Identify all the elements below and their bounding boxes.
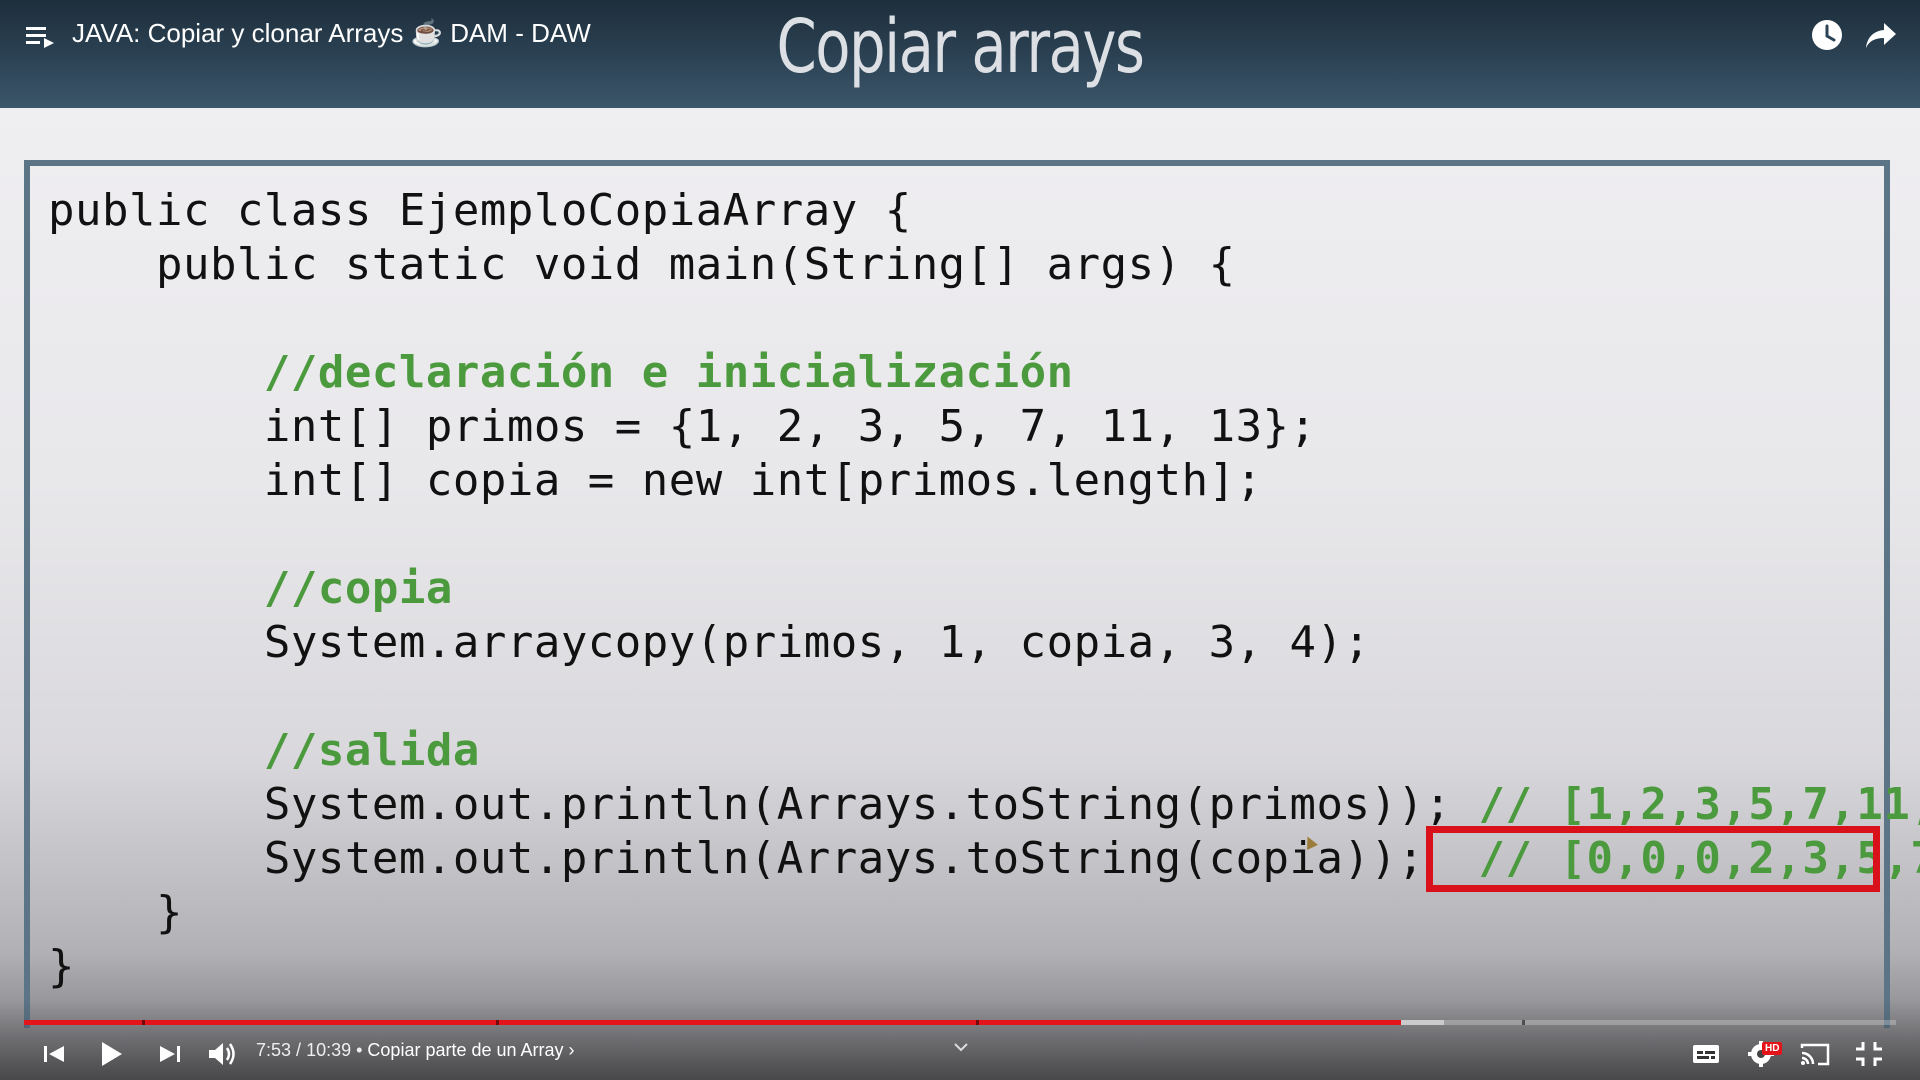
hd-badge: HD — [1762, 1042, 1783, 1055]
play-icon[interactable] — [96, 1036, 126, 1072]
chapter-title[interactable]: Copiar parte de un Array › — [367, 1040, 574, 1060]
clock-icon[interactable] — [1810, 18, 1844, 52]
code-text: } — [48, 941, 75, 992]
code-comment: //salida — [263, 725, 480, 776]
code-text: public class EjemploCopiaArray { — [48, 185, 912, 236]
time-display: 7:53 / 10:39 • Copiar parte de un Array … — [256, 1040, 575, 1061]
exit-fullscreen-icon[interactable] — [1852, 1036, 1886, 1072]
playlist-icon[interactable] — [24, 22, 58, 52]
code-text: int[] copia = new int[primos.length]; — [48, 455, 1263, 506]
chapter-marker — [976, 1020, 979, 1025]
code-text: System.out.println(Arrays.toString(primo… — [48, 779, 1479, 830]
share-arrow-icon[interactable] — [1864, 20, 1898, 50]
code-line: } — [48, 886, 1920, 940]
player-top-bar: JAVA: Copiar y clonar Arrays ☕ DAM - DAW — [0, 0, 1920, 72]
time-total: 10:39 — [306, 1040, 352, 1060]
code-line: //declaración e inicialización — [48, 346, 1920, 400]
code-line: System.arraycopy(primos, 1, copia, 3, 4)… — [48, 616, 1920, 670]
code-line: //salida — [48, 724, 1920, 778]
chapter-arrow: › — [563, 1040, 575, 1060]
progress-bar[interactable] — [24, 1020, 1896, 1025]
code-text: int[] primos = {1, 2, 3, 5, 7, 11, 13}; — [48, 401, 1317, 452]
subtitles-icon[interactable] — [1690, 1036, 1722, 1072]
code-line: } — [48, 940, 1920, 994]
code-line: public static void main(String[] args) { — [48, 238, 1920, 292]
code-text: System.arraycopy(primos, 1, copia, 3, 4)… — [48, 617, 1371, 668]
chapter-marker — [142, 1020, 145, 1025]
chapter-separator: • — [351, 1040, 368, 1060]
code-line: int[] copia = new int[primos.length]; — [48, 454, 1920, 508]
cast-icon[interactable] — [1798, 1036, 1832, 1072]
video-title[interactable]: JAVA: Copiar y clonar Arrays ☕ DAM - DAW — [72, 18, 591, 49]
code-comment: // [1,2,3,5,7,11,13] — [1478, 779, 1920, 830]
skip-previous-icon[interactable] — [40, 1036, 70, 1072]
code-comment: //declaración e inicialización — [263, 347, 1074, 398]
video-frame[interactable]: Copiar arrays public class EjemploCopiaA… — [0, 0, 1920, 1080]
time-current: 7:53 — [256, 1040, 292, 1060]
chevron-down-icon[interactable] — [952, 1040, 970, 1054]
chapter-marker — [496, 1020, 499, 1025]
code-line: public class EjemploCopiaArray { — [48, 184, 1920, 238]
chapter-label: Copiar parte de un Array — [367, 1040, 564, 1060]
code-line: System.out.println(Arrays.toString(primo… — [48, 778, 1920, 832]
code-comment: //copia — [263, 563, 453, 614]
code-text: } — [48, 887, 183, 938]
volume-icon[interactable] — [206, 1036, 240, 1072]
output-highlight-box — [1426, 826, 1880, 892]
chapter-marker — [1522, 1020, 1525, 1025]
progress-played — [24, 1020, 1402, 1025]
code-line: int[] primos = {1, 2, 3, 5, 7, 11, 13}; — [48, 400, 1920, 454]
skip-next-icon[interactable] — [154, 1036, 184, 1072]
time-separator: / — [291, 1040, 307, 1060]
code-text: public static void main(String[] args) { — [48, 239, 1236, 290]
code-line: //copia — [48, 562, 1920, 616]
code-text: System.out.println(Arrays.toString(copia… — [48, 833, 1479, 884]
